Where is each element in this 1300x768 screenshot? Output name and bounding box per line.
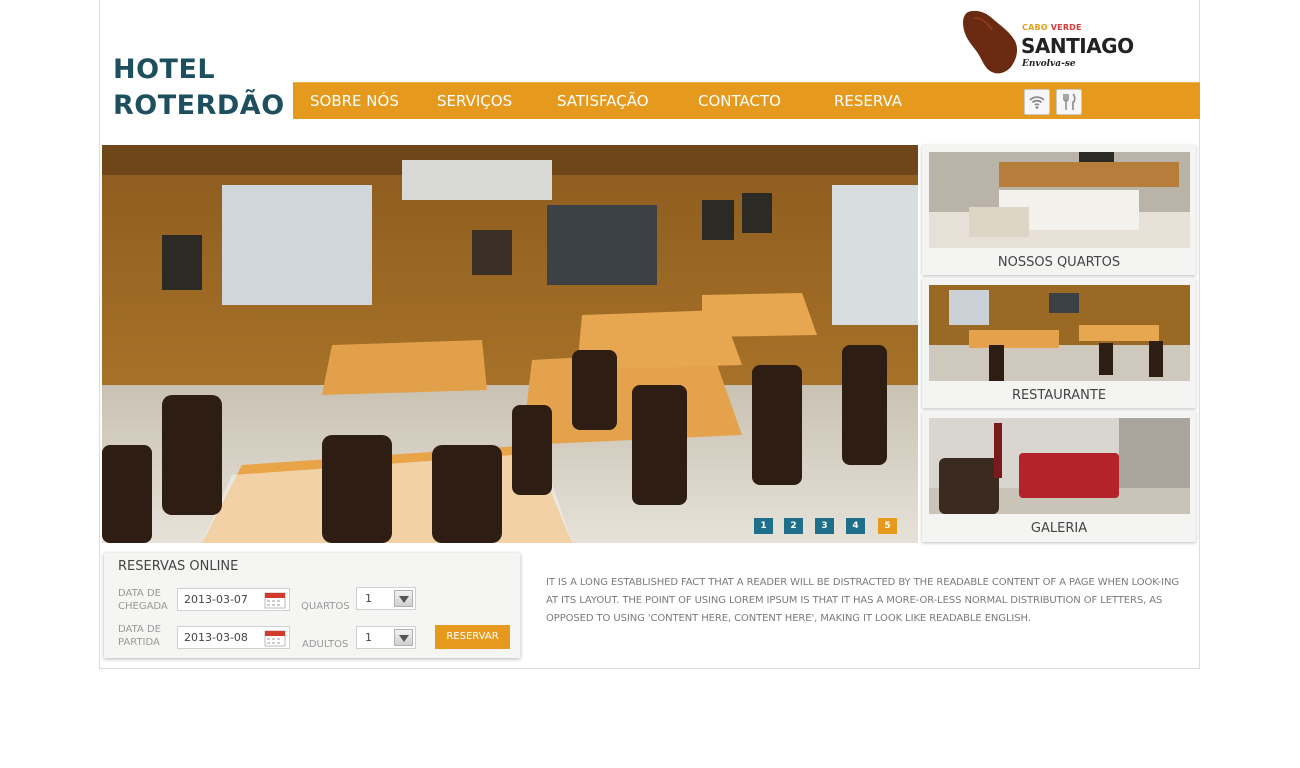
main-navbar: SOBRE NÓS SERVIÇOS SATISFAÇÃO CONTACTO R… (293, 82, 1200, 119)
gallery-thumbnail (929, 418, 1190, 514)
departure-label-line1: DATA DE (118, 624, 161, 635)
booking-title: RESERVAS ONLINE (118, 559, 239, 574)
slider-dot-3[interactable]: 3 (815, 518, 834, 534)
rooms-select[interactable]: 1 (356, 587, 416, 610)
island-logo-icon (963, 10, 1018, 74)
card-label: GALERIA (1030, 521, 1088, 536)
chevron-down-icon[interactable] (394, 629, 413, 646)
departure-date-label: DATA DE PARTIDA (118, 623, 161, 649)
hotel-title[interactable]: HOTEL ROTERDÃO (113, 52, 285, 124)
reservar-button[interactable]: RESERVAR (435, 625, 510, 649)
slider-dot-2[interactable]: 2 (784, 518, 803, 534)
verde-word: VERDE (1050, 23, 1082, 32)
hero-slider[interactable] (102, 145, 918, 543)
slider-dot-4[interactable]: 4 (846, 518, 865, 534)
restaurant-icon[interactable] (1056, 89, 1082, 115)
card-nossos-quartos[interactable]: NOSSOS QUARTOS (922, 145, 1196, 275)
card-label: RESTAURANTE (1011, 388, 1107, 403)
arrival-label-line1: DATA DE (118, 588, 161, 599)
hotel-title-line2: ROTERDÃO (113, 90, 285, 121)
calendar-icon[interactable] (264, 591, 286, 609)
adults-select[interactable]: 1 (356, 626, 416, 649)
rooms-value: 1 (365, 592, 372, 605)
brand-name: SANTIAGO (1021, 34, 1134, 58)
adults-value: 1 (365, 631, 372, 644)
arrival-label-line2: CHEGADA (118, 601, 168, 612)
cabo-word: CABO (1022, 23, 1048, 32)
cabo-verde-text: CABO VERDE (1022, 23, 1082, 32)
slider-dot-5[interactable]: 5 (878, 518, 897, 534)
departure-date-value: 2013-03-08 (184, 631, 248, 644)
nav-item-contacto[interactable]: CONTACTO (698, 92, 781, 110)
adults-label: ADULTOS (302, 639, 349, 650)
card-restaurante[interactable]: RESTAURANTE (922, 278, 1196, 408)
departure-date-input[interactable]: 2013-03-08 (177, 626, 290, 649)
nav-item-servicos[interactable]: SERVIÇOS (437, 92, 512, 110)
nav-item-sobre-nos[interactable]: SOBRE NÓS (310, 92, 399, 110)
nav-item-reserva[interactable]: RESERVA (834, 92, 902, 110)
calendar-icon[interactable] (264, 629, 286, 647)
card-label: NOSSOS QUARTOS (997, 255, 1121, 270)
wifi-icon[interactable] (1024, 89, 1050, 115)
hotel-title-line1: HOTEL (113, 54, 216, 85)
brand-slogan: Envolva-se (1022, 59, 1076, 69)
chevron-down-icon[interactable] (394, 590, 413, 607)
arrival-date-label: DATA DE CHEGADA (118, 587, 168, 613)
card-galeria[interactable]: GALERIA (922, 411, 1196, 542)
rooms-label: QUARTOS (301, 601, 350, 612)
departure-label-line2: PARTIDA (118, 637, 160, 648)
santiago-logo[interactable]: CABO VERDE SANTIAGO Envolva-se (960, 8, 1134, 76)
nav-item-satisfacao[interactable]: SATISFAÇÃO (557, 92, 649, 110)
rooms-thumbnail (929, 152, 1190, 248)
arrival-date-input[interactable]: 2013-03-07 (177, 588, 290, 611)
slider-dot-1[interactable]: 1 (754, 518, 773, 534)
restaurant-thumbnail (929, 285, 1190, 381)
online-booking-form: RESERVAS ONLINE DATA DE CHEGADA 2013-03-… (104, 553, 520, 658)
restaurant-photo (102, 145, 918, 543)
arrival-date-value: 2013-03-07 (184, 593, 248, 606)
intro-text: It is a long established fact that a rea… (546, 577, 1180, 624)
